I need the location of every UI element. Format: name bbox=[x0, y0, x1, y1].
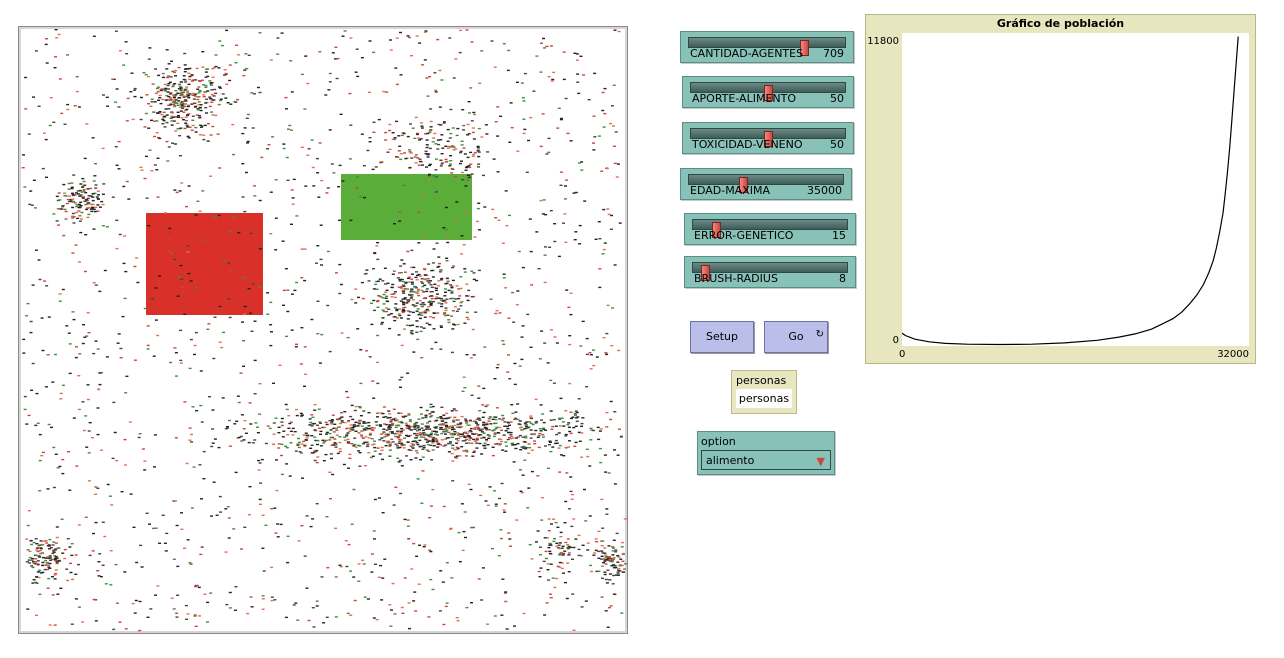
slider-label: ERROR-GENETICO bbox=[694, 229, 794, 242]
y-axis-max-label: 11800 bbox=[867, 36, 899, 47]
setup-button[interactable]: Setup bbox=[690, 321, 754, 353]
slider-value: 35000 bbox=[807, 184, 842, 197]
population-plot: Gráfico de población 11800 0 0 32000 bbox=[865, 14, 1256, 364]
slider-brush-radius[interactable]: BRUSH-RADIUS 8 bbox=[684, 256, 856, 288]
personas-monitor: personas personas bbox=[731, 370, 797, 414]
slider-label: TOXICIDAD-VENENO bbox=[692, 138, 803, 151]
slider-aporte-alimento[interactable]: APORTE-ALIMENTO 50 bbox=[682, 76, 854, 108]
monitor-label: personas bbox=[736, 374, 787, 387]
slider-label: BRUSH-RADIUS bbox=[694, 272, 778, 285]
chooser-label: option bbox=[701, 435, 736, 448]
slider-value: 50 bbox=[830, 92, 844, 105]
plot-area bbox=[901, 33, 1249, 346]
world-view[interactable] bbox=[18, 26, 628, 634]
dropdown-arrow-icon[interactable]: ▼ bbox=[817, 455, 825, 468]
forever-icon: ↻ bbox=[815, 329, 824, 340]
monitor-value: personas bbox=[736, 389, 792, 408]
x-axis-min-label: 0 bbox=[899, 349, 906, 360]
chooser-dropdown[interactable]: alimento ▼ bbox=[701, 450, 831, 470]
go-button[interactable]: Go ↻ bbox=[764, 321, 828, 353]
slider-value: 8 bbox=[839, 272, 846, 285]
population-line bbox=[901, 36, 1239, 346]
plot-title: Gráfico de población bbox=[996, 17, 1125, 30]
slider-value: 50 bbox=[830, 138, 844, 151]
y-axis-min-label: 0 bbox=[892, 335, 899, 346]
slider-cantidad-agentes[interactable]: CANTIDAD-AGENTES 709 bbox=[680, 31, 854, 63]
setup-button-label: Setup bbox=[705, 330, 739, 343]
go-button-label: Go bbox=[788, 330, 804, 343]
slider-value: 709 bbox=[823, 47, 844, 60]
food-patch bbox=[341, 174, 472, 240]
slider-label: CANTIDAD-AGENTES bbox=[690, 47, 804, 60]
slider-toxicidad-veneno[interactable]: TOXICIDAD-VENENO 50 bbox=[682, 122, 854, 154]
option-chooser[interactable]: option alimento ▼ bbox=[697, 431, 835, 475]
poison-patch bbox=[146, 213, 263, 315]
x-axis-max-label: 32000 bbox=[1217, 349, 1249, 360]
slider-edad-maxima[interactable]: EDAD-MAXIMA 35000 bbox=[680, 168, 852, 200]
slider-error-genetico[interactable]: ERROR-GENETICO 15 bbox=[684, 213, 856, 245]
world-canvas bbox=[21, 29, 627, 632]
chooser-selected-value: alimento bbox=[706, 454, 755, 467]
slider-label: APORTE-ALIMENTO bbox=[692, 92, 797, 105]
agents-layer bbox=[21, 29, 627, 632]
plot-canvas bbox=[901, 36, 1239, 346]
slider-value: 15 bbox=[832, 229, 846, 242]
slider-label: EDAD-MAXIMA bbox=[690, 184, 771, 197]
